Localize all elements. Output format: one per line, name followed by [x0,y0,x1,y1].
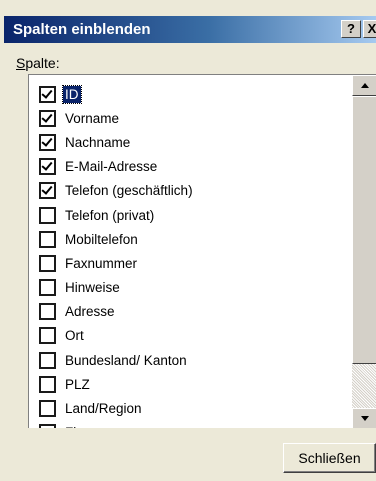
column-checkbox[interactable] [39,351,56,369]
column-label: Bundesland/ Kanton [65,352,187,368]
scroll-track[interactable] [352,364,376,408]
list-item[interactable]: Adresse [29,300,349,324]
list-item[interactable]: Hinweise [29,276,349,300]
column-label: Hinweise [65,280,120,296]
column-list: ID Vorname Nachname E-Mail-Adresse Telefon (… [29,82,349,428]
vertical-scrollbar[interactable] [352,75,376,428]
list-item[interactable]: Faxnummer [29,251,349,275]
column-label: Telefon (geschäftlich) [65,183,193,199]
list-item[interactable]: Firma [29,421,349,428]
column-list-label-text: palte: [25,55,60,71]
column-checkbox[interactable] [39,182,56,200]
list-item[interactable]: Ort [29,324,349,348]
help-button[interactable]: ? [341,20,361,38]
column-checkbox[interactable] [39,206,56,224]
column-label: Land/Region [65,401,142,417]
scroll-thumb[interactable] [352,96,376,364]
column-checkbox[interactable] [39,158,56,176]
column-checkbox[interactable] [39,375,56,393]
column-label: Faxnummer [65,255,138,271]
column-checkbox[interactable] [39,303,56,321]
column-list-label-accelerator: S [16,55,26,71]
column-label: Ort [65,328,84,344]
column-checkbox[interactable] [39,85,56,103]
scroll-up-button[interactable] [352,75,376,96]
list-item[interactable]: Land/Region [29,396,349,420]
column-listbox[interactable]: ID Vorname Nachname E-Mail-Adresse Telefon (… [28,74,376,428]
close-button-label: Schließen [298,450,361,466]
column-checkbox[interactable] [39,327,56,345]
show-columns-dialog: Spalten einblenden ? X Spalte: ID Vorname… [0,0,376,481]
column-checkbox[interactable] [39,109,56,127]
column-label: Nachname [65,134,131,150]
column-label: PLZ [65,376,90,392]
list-item[interactable]: E-Mail-Adresse [29,155,349,179]
column-checkbox[interactable] [39,279,56,297]
column-list-label: Spalte: [16,55,60,71]
list-item[interactable]: Telefon (geschäftlich) [29,179,349,203]
column-checkbox[interactable] [39,230,56,248]
title-bar[interactable]: Spalten einblenden ? X [4,16,376,43]
column-checkbox[interactable] [39,254,56,272]
column-label: Telefon (privat) [65,207,155,223]
list-item[interactable]: Vorname [29,106,349,130]
close-icon[interactable]: X [363,20,376,38]
column-label: Adresse [65,304,115,320]
dialog-title: Spalten einblenden [13,21,151,38]
column-label: E-Mail-Adresse [65,159,158,175]
column-label: Firma [63,424,102,428]
list-item[interactable]: Telefon (privat) [29,203,349,227]
column-checkbox[interactable] [39,133,56,151]
column-checkbox[interactable] [39,400,56,418]
column-label: Vorname [65,110,120,126]
scroll-down-button[interactable] [352,408,376,428]
list-item[interactable]: Bundesland/ Kanton [29,348,349,372]
arrow-down-icon [361,416,369,421]
list-item[interactable]: PLZ [29,372,349,396]
column-checkbox[interactable] [39,424,56,428]
list-item[interactable]: ID [29,82,349,106]
close-button[interactable]: Schließen [283,443,376,473]
list-item[interactable]: Nachname [29,130,349,154]
list-item[interactable]: Mobiltelefon [29,227,349,251]
arrow-up-icon [361,83,369,88]
column-label: Mobiltelefon [65,231,138,247]
column-label: ID [62,84,82,104]
